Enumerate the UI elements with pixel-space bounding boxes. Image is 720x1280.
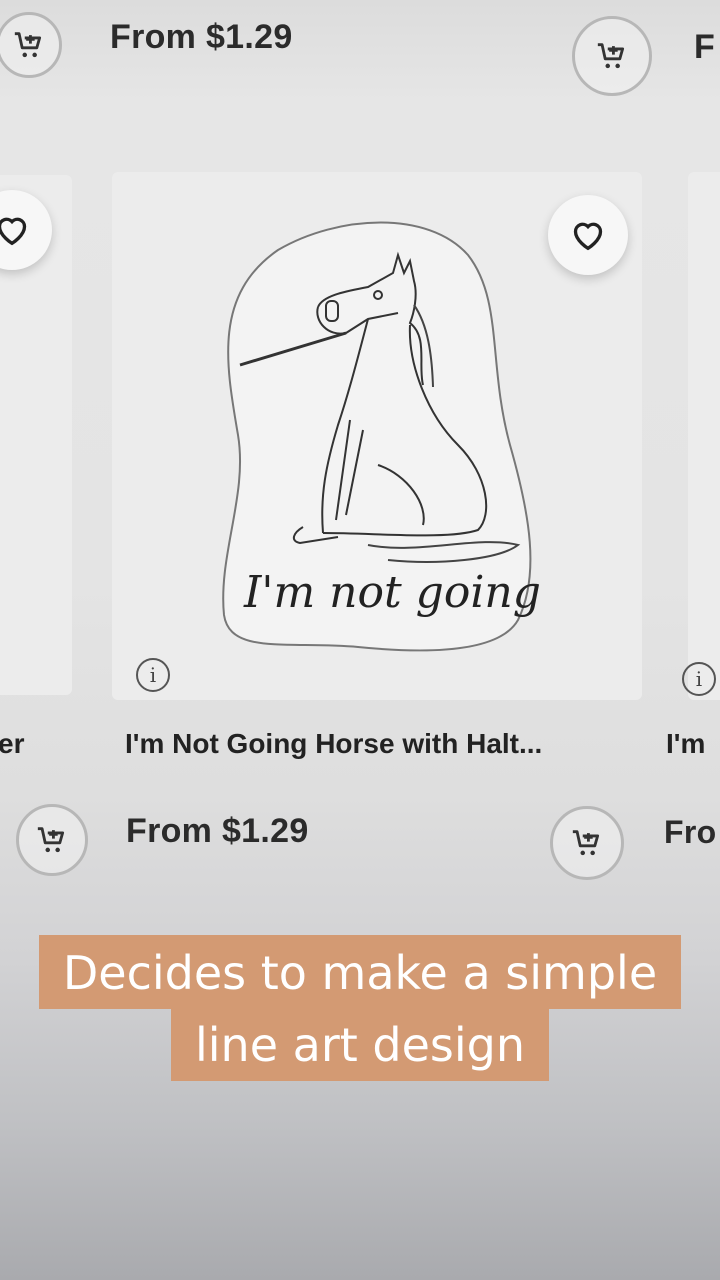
add-to-cart-icon xyxy=(37,827,65,853)
right-card-price-partial: Fro xyxy=(664,814,717,850)
price-top-right-partial: F xyxy=(694,28,716,66)
product-price: From $1.29 xyxy=(126,812,309,850)
video-caption: Decides to make a simple line art design xyxy=(0,935,720,1081)
info-icon[interactable]: i xyxy=(136,658,170,692)
caption-line-1: Decides to make a simple xyxy=(38,935,682,1009)
info-icon[interactable]: i xyxy=(682,662,716,696)
heart-icon xyxy=(0,217,27,246)
add-to-cart-button-top-right[interactable] xyxy=(572,16,652,96)
product-title[interactable]: I'm Not Going Horse with Halt... xyxy=(125,728,542,760)
add-to-cart-button-top-left[interactable] xyxy=(0,12,62,78)
product-grid-screen: From $1.29 F er I'm not going i I'm Not … xyxy=(0,0,720,1280)
add-to-cart-icon xyxy=(14,32,42,58)
heart-icon xyxy=(573,222,603,251)
left-card-title-partial[interactable]: er xyxy=(0,728,24,760)
sticker-caption-text: I'm not going xyxy=(243,567,540,618)
add-to-cart-button[interactable] xyxy=(550,806,624,880)
caption-line-2: line art design xyxy=(171,1007,549,1081)
favorite-button[interactable] xyxy=(548,195,628,275)
add-to-cart-button-left[interactable] xyxy=(16,804,88,876)
horse-sticker-image: I'm not going xyxy=(222,221,540,652)
add-to-cart-icon xyxy=(597,43,625,69)
right-card-title-partial[interactable]: I'm xyxy=(666,728,705,760)
add-to-cart-icon xyxy=(572,830,600,856)
price-top-center: From $1.29 xyxy=(110,18,293,56)
right-card-image[interactable] xyxy=(688,172,720,700)
